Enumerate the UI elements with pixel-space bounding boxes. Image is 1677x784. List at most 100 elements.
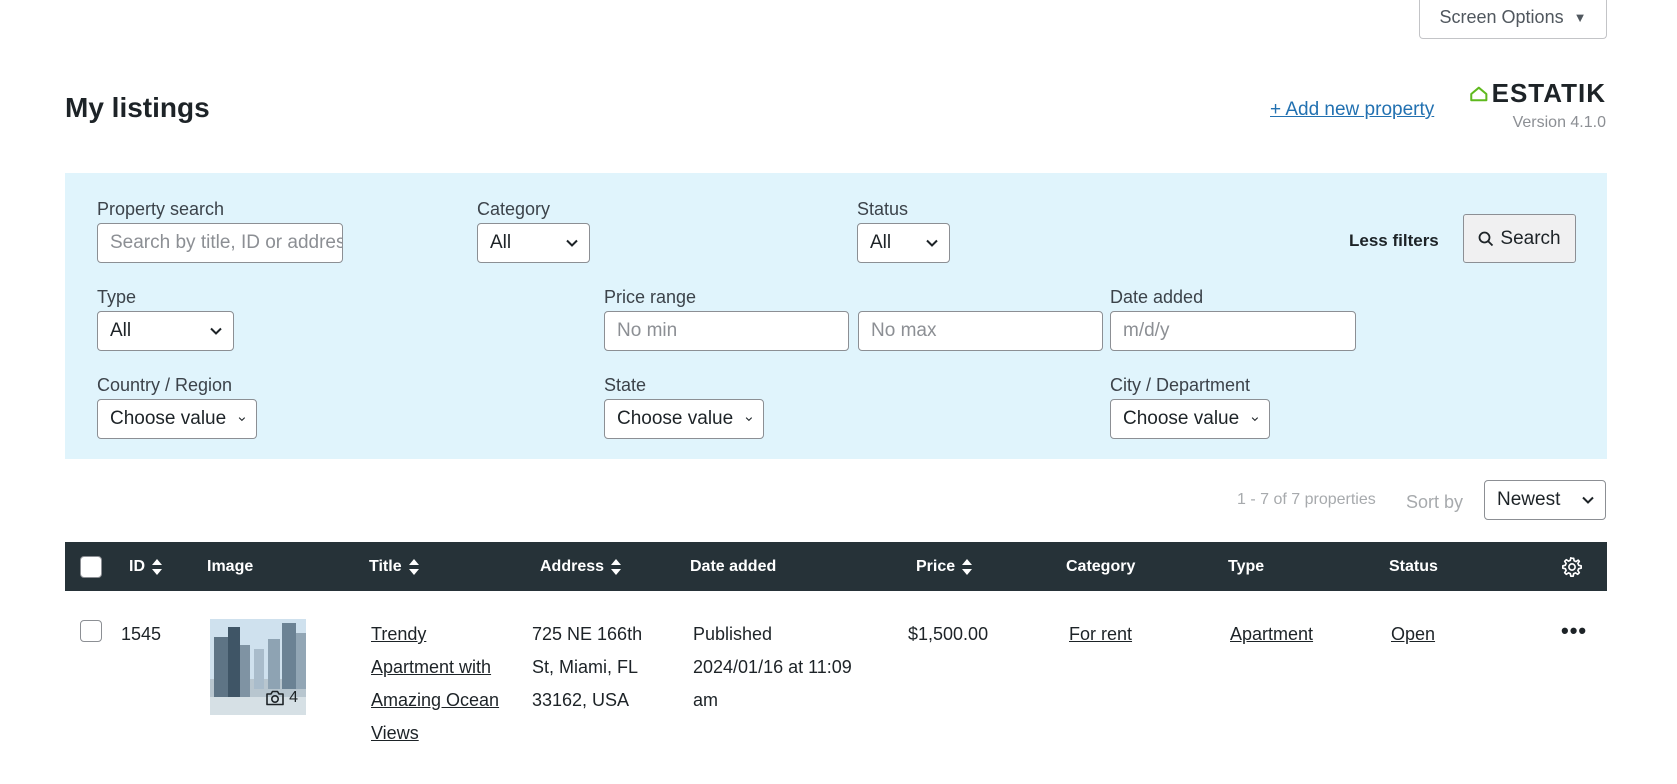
city-label: City / Department bbox=[1110, 375, 1251, 395]
type-field: Type All bbox=[97, 287, 234, 351]
status-link[interactable]: Open bbox=[1391, 624, 1435, 644]
publish-date: 2024/01/16 at 11:09 am bbox=[693, 657, 852, 710]
city-select[interactable]: Choose value bbox=[1110, 399, 1270, 439]
type-select[interactable]: All bbox=[97, 311, 234, 351]
chevron-down-icon bbox=[926, 239, 938, 247]
row-id: 1545 bbox=[121, 624, 162, 644]
chevron-down-icon bbox=[238, 417, 246, 422]
search-button[interactable]: Search bbox=[1463, 214, 1576, 263]
property-search-field: Property search Search by title, ID or a… bbox=[97, 199, 343, 263]
chevron-down-icon bbox=[210, 327, 222, 335]
sort-value: Newest bbox=[1497, 489, 1561, 510]
sort-arrows-icon bbox=[962, 558, 973, 575]
column-address-label: Address bbox=[540, 557, 605, 575]
state-field: State Choose value bbox=[604, 375, 764, 439]
page-title: My listings bbox=[65, 92, 210, 123]
status-select[interactable]: All bbox=[857, 223, 950, 263]
column-price-label: Price bbox=[916, 557, 956, 575]
state-label: State bbox=[604, 375, 647, 395]
add-new-property-link[interactable]: + Add new property bbox=[1270, 99, 1434, 121]
category-field: Category All bbox=[477, 199, 590, 263]
country-label: Country / Region bbox=[97, 375, 233, 395]
country-select[interactable]: Choose value bbox=[97, 399, 257, 439]
table-header: ID Image Title Address Date added Price … bbox=[65, 542, 1607, 591]
image-count: 4 bbox=[289, 689, 298, 706]
property-price: $1,500.00 bbox=[908, 624, 989, 644]
date-added-label: Date added bbox=[1110, 287, 1204, 307]
search-button-label: Search bbox=[1500, 227, 1561, 249]
table-row: 1545 4 Trendy Apartment with Amazing Oce… bbox=[65, 604, 1607, 784]
column-category: Category bbox=[1066, 542, 1135, 591]
select-all-checkbox[interactable] bbox=[80, 555, 102, 578]
column-id-label: ID bbox=[129, 557, 145, 575]
row-checkbox[interactable] bbox=[80, 620, 102, 642]
brand: ESTATIK Version 4.1.0 bbox=[1470, 78, 1606, 132]
gear-icon bbox=[1562, 556, 1582, 577]
property-thumbnail[interactable]: 4 bbox=[210, 619, 306, 715]
caret-down-icon: ▼ bbox=[1573, 9, 1587, 25]
filters-panel: Property search Search by title, ID or a… bbox=[65, 173, 1607, 459]
property-search-label: Property search bbox=[97, 199, 225, 219]
column-address[interactable]: Address bbox=[540, 542, 622, 591]
state-select[interactable]: Choose value bbox=[604, 399, 764, 439]
price-range-field: Price range No min No max bbox=[604, 287, 1104, 351]
state-value: Choose value bbox=[617, 408, 734, 429]
column-type-label: Type bbox=[1228, 557, 1265, 575]
results-count: 1 - 7 of 7 properties bbox=[1237, 491, 1376, 508]
column-category-label: Category bbox=[1066, 557, 1136, 575]
publish-status: Published bbox=[693, 624, 773, 644]
brand-name: ESTATIK bbox=[1491, 78, 1606, 108]
column-image-label: Image bbox=[207, 557, 254, 575]
chevron-down-icon bbox=[1582, 496, 1594, 504]
camera-icon bbox=[266, 690, 284, 706]
property-address: 725 NE 166th St, Miami, FL 33162, USA bbox=[532, 624, 643, 710]
chevron-down-icon bbox=[566, 239, 578, 247]
more-actions-icon[interactable]: ••• bbox=[1561, 618, 1587, 644]
sort-arrows-icon bbox=[408, 558, 419, 575]
property-search-input[interactable]: Search by title, ID or address bbox=[97, 223, 343, 263]
category-value: All bbox=[490, 232, 512, 253]
estatik-logo: ESTATIK bbox=[1470, 78, 1606, 109]
type-label: Type bbox=[97, 287, 137, 307]
house-icon bbox=[1470, 86, 1488, 101]
column-id[interactable]: ID bbox=[129, 542, 163, 591]
screen-options-label: Screen Options bbox=[1439, 6, 1564, 27]
sort-arrows-icon bbox=[611, 558, 622, 575]
sort-select[interactable]: Newest bbox=[1484, 480, 1606, 520]
sort-by-label: Sort by bbox=[1406, 492, 1464, 512]
column-type: Type bbox=[1228, 542, 1264, 591]
sort-arrows-icon bbox=[152, 558, 162, 575]
price-range-label: Price range bbox=[604, 287, 697, 307]
status-label: Status bbox=[857, 199, 909, 219]
type-value: All bbox=[110, 320, 132, 341]
city-value: Choose value bbox=[1123, 408, 1240, 429]
country-field: Country / Region Choose value bbox=[97, 375, 257, 439]
column-title-label: Title bbox=[369, 557, 402, 575]
status-value: All bbox=[870, 232, 892, 253]
category-select[interactable]: All bbox=[477, 223, 590, 263]
price-max-input[interactable]: No max bbox=[858, 311, 1103, 351]
property-date: Published 2024/01/16 at 11:09 am bbox=[693, 618, 873, 717]
date-added-field: Date added m/d/y bbox=[1110, 287, 1356, 351]
category-link[interactable]: For rent bbox=[1069, 624, 1132, 644]
country-value: Choose value bbox=[110, 408, 227, 429]
city-field: City / Department Choose value bbox=[1110, 375, 1270, 439]
column-date-added-label: Date added bbox=[690, 557, 777, 575]
property-title-link[interactable]: Trendy Apartment with Amazing Ocean View… bbox=[371, 624, 499, 743]
column-price[interactable]: Price bbox=[916, 542, 973, 591]
price-min-input[interactable]: No min bbox=[604, 311, 849, 351]
date-added-input[interactable]: m/d/y bbox=[1110, 311, 1356, 351]
chevron-down-icon bbox=[1251, 417, 1259, 422]
column-status: Status bbox=[1389, 542, 1438, 591]
status-field: Status All bbox=[857, 199, 950, 263]
table-settings-button[interactable] bbox=[1561, 542, 1583, 591]
screen-options-button[interactable]: Screen Options ▼ bbox=[1419, 0, 1607, 39]
search-icon bbox=[1478, 231, 1494, 246]
column-status-label: Status bbox=[1389, 557, 1438, 575]
column-title[interactable]: Title bbox=[369, 542, 420, 591]
category-label: Category bbox=[477, 199, 551, 219]
less-filters-link[interactable]: Less filters bbox=[1349, 231, 1439, 251]
column-image: Image bbox=[207, 542, 253, 591]
type-link[interactable]: Apartment bbox=[1230, 624, 1313, 644]
column-date-added: Date added bbox=[690, 542, 776, 591]
